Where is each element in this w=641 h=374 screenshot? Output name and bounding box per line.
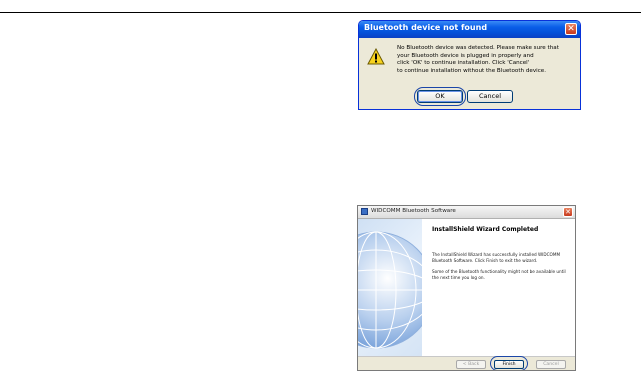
message-line: No Bluetooth device was detected. Please… xyxy=(397,45,559,51)
wizard-body: The InstallShield Wizard has successfull… xyxy=(432,252,572,286)
installshield-wizard-window: WIDCOMM Bluetooth Software ✕ InstallShie… xyxy=(357,205,576,371)
cancel-button[interactable]: Cancel xyxy=(536,360,566,369)
dialog-message: No Bluetooth device was detected. Please… xyxy=(397,45,579,75)
wizard-button-bar: < Back Finish Cancel xyxy=(358,356,575,370)
back-button[interactable]: < Back xyxy=(456,360,486,369)
page-header-rule xyxy=(0,12,641,13)
window-title: WIDCOMM Bluetooth Software xyxy=(371,208,456,214)
cancel-button[interactable]: Cancel xyxy=(467,90,513,103)
message-line: click 'OK' to continue installation. Cli… xyxy=(397,60,530,67)
dialog-title-bar[interactable]: Bluetooth device not found ✕ xyxy=(359,21,580,38)
close-button[interactable]: ✕ xyxy=(565,23,577,35)
dialog-title: Bluetooth device not found xyxy=(364,23,488,32)
globe-icon xyxy=(358,231,422,349)
bluetooth-not-found-dialog: Bluetooth device not found ✕ No Bluetoot… xyxy=(358,20,581,110)
warning-icon xyxy=(367,48,385,65)
paragraph-line: the next time you log on. xyxy=(432,275,485,280)
wizard-heading: InstallShield Wizard Completed xyxy=(432,226,539,233)
close-button[interactable]: ✕ xyxy=(563,207,573,217)
message-line: your Bluetooth device is plugged in prop… xyxy=(397,52,534,59)
app-icon xyxy=(361,208,368,215)
ok-button[interactable]: OK xyxy=(417,90,463,103)
message-line: to continue installation without the Blu… xyxy=(397,67,547,74)
paragraph-line: Bluetooth Software. Click Finish to exit… xyxy=(432,258,538,263)
finish-button[interactable]: Finish xyxy=(494,360,524,369)
logon-note-paragraph: Some of the Bluetooth functionality migh… xyxy=(432,269,572,281)
window-title-bar[interactable]: WIDCOMM Bluetooth Software ✕ xyxy=(358,206,575,219)
completion-paragraph: The InstallShield Wizard has successfull… xyxy=(432,252,572,264)
wizard-globe-banner xyxy=(358,219,422,356)
